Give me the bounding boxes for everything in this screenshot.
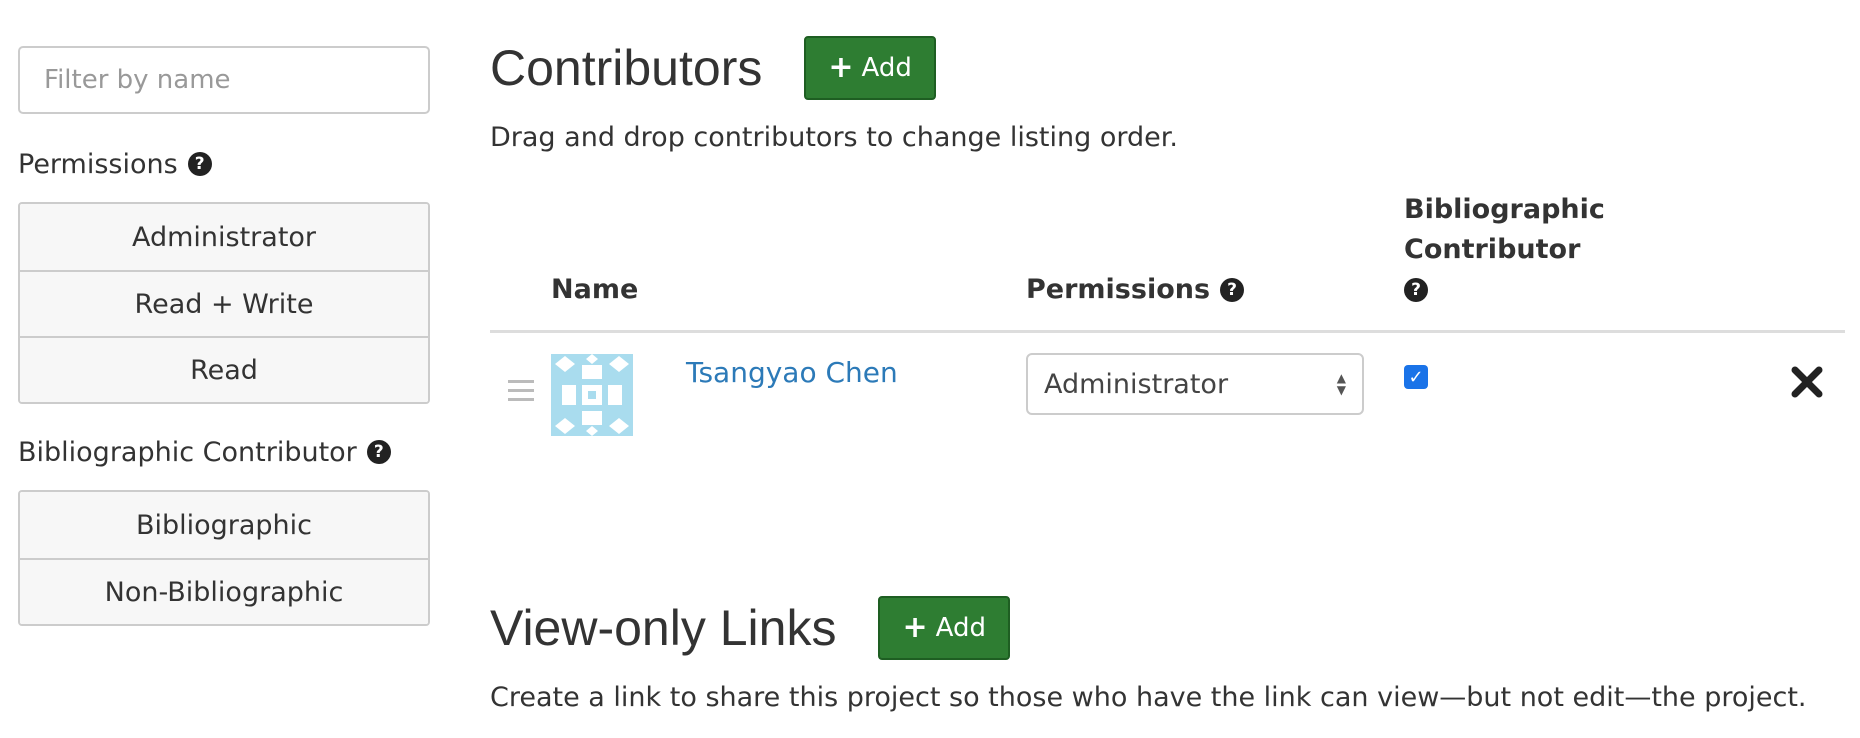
table-divider — [490, 330, 1845, 333]
select-arrows-icon: ▲ ▼ — [1336, 371, 1346, 397]
help-icon[interactable]: ? — [187, 152, 212, 176]
name-column-header: Name — [551, 274, 639, 305]
avatar — [551, 354, 633, 436]
contributors-title: Contributors — [490, 40, 763, 96]
permissions-filter-group: Administrator Read + Write Read — [18, 202, 430, 404]
filter-by-name-input[interactable] — [18, 46, 430, 114]
bibliographic-column-label-1: Bibliographic — [1404, 194, 1605, 225]
filter-read-write-button[interactable]: Read + Write — [20, 270, 428, 336]
permissions-filter-label: Permissions ? — [18, 144, 430, 184]
close-icon[interactable] — [1790, 365, 1824, 399]
bibliographic-filter-group: Bibliographic Non-Bibliographic — [18, 490, 430, 626]
view-only-links-header: View-only Links + Add — [490, 596, 1010, 660]
drag-handle-icon[interactable] — [508, 380, 534, 407]
filter-non-bibliographic-button[interactable]: Non-Bibliographic — [20, 558, 428, 624]
permission-select[interactable]: Administrator ▲ ▼ — [1026, 353, 1364, 415]
view-only-links-description: Create a link to share this project so t… — [490, 682, 1807, 713]
bibliographic-column-label-2: Contributor — [1404, 234, 1581, 265]
view-only-links-title: View-only Links — [490, 600, 837, 656]
add-view-only-link-label: Add — [935, 613, 986, 643]
filter-read-button[interactable]: Read — [20, 336, 428, 402]
plus-icon: + — [902, 610, 928, 645]
add-contributor-label: Add — [861, 53, 912, 83]
permissions-column-header: Permissions ? — [1026, 270, 1245, 310]
sidebar: Permissions ? Administrator Read + Write… — [18, 46, 430, 626]
filter-administrator-button[interactable]: Administrator — [20, 204, 428, 270]
filter-bibliographic-button[interactable]: Bibliographic — [20, 492, 428, 558]
bibliographic-column-header: Bibliographic Contributor ? — [1404, 190, 1605, 310]
bibliographic-checkbox[interactable]: ✓ — [1404, 365, 1428, 389]
help-icon[interactable]: ? — [1220, 278, 1245, 302]
contributors-header: Contributors + Add — [490, 36, 936, 100]
permission-select-value: Administrator — [1044, 368, 1229, 400]
permissions-filter-label-text: Permissions — [18, 148, 178, 180]
contributors-description: Drag and drop contributors to change lis… — [490, 122, 1178, 153]
plus-icon: + — [828, 50, 854, 85]
add-contributor-button[interactable]: + Add — [804, 36, 936, 100]
contributor-name-link[interactable]: Tsangyao Chen — [686, 356, 898, 389]
add-view-only-link-button[interactable]: + Add — [878, 596, 1010, 660]
help-icon[interactable]: ? — [366, 440, 391, 464]
help-icon[interactable]: ? — [1404, 278, 1428, 302]
permissions-column-label: Permissions — [1026, 274, 1211, 305]
bibliographic-filter-label-text: Bibliographic Contributor — [18, 436, 357, 468]
bibliographic-filter-label: Bibliographic Contributor ? — [18, 432, 430, 472]
